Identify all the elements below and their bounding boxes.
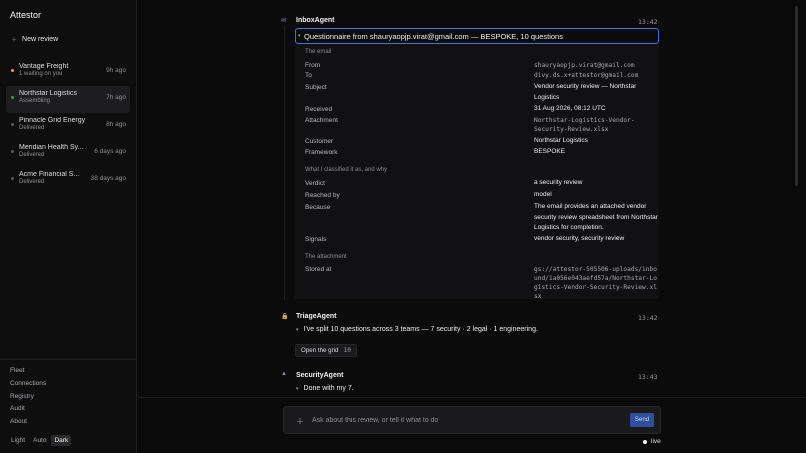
review-age: 6 days ago	[94, 148, 126, 155]
field-label: Subject	[305, 84, 327, 91]
review-item-pinnacle-grid-energy[interactable]: Pinnacle Grid Energy Delivered 8h ago	[6, 113, 130, 140]
from-value: shauryaopjp.virat@gmail.com	[534, 62, 635, 69]
live-indicator: live	[643, 438, 661, 445]
to-value: divy.ds.x+attestor@gmail.com	[534, 72, 639, 79]
because-value: The email provides an attached vendor se…	[534, 203, 658, 231]
agent-name-triage: TriageAgent	[296, 313, 337, 320]
agent-name-inbox: InboxAgent	[296, 17, 335, 24]
new-review-button[interactable]: ＋ New review	[11, 35, 58, 44]
theme-light-option[interactable]: Light	[8, 435, 28, 446]
thread-rail	[284, 26, 285, 300]
composer: ＋ Send	[283, 406, 661, 434]
review-name: Vantage Freight	[19, 63, 69, 70]
review-item-northstar-logistics[interactable]: Northstar Logistics Assembling 7h ago	[6, 86, 130, 113]
main-panel: ✉ InboxAgent 13:42 ▾ Questionnaire from …	[138, 0, 806, 453]
subject-value: Vendor security review — Northstar Logis…	[534, 83, 637, 101]
customer-value: Northstar Logistics	[534, 137, 588, 144]
review-age: 7h ago	[106, 94, 126, 101]
message-time: 13:42	[638, 18, 658, 26]
sidebar-link-fleet[interactable]: Fleet	[10, 367, 46, 380]
status-dot	[11, 123, 14, 126]
app-title: Attestor	[10, 10, 42, 20]
sidebar-divider	[0, 359, 137, 360]
section-label-email: The email	[305, 49, 332, 55]
review-age: 9h ago	[106, 67, 126, 74]
lock-icon: 🔒	[281, 314, 289, 320]
received-value: 31 Aug 2026, 08:12 UTC	[534, 105, 606, 112]
status-dot	[11, 177, 14, 180]
field-label: Customer	[305, 138, 334, 145]
reached-value: model	[534, 191, 552, 198]
field-label: Because	[305, 204, 331, 211]
framework-value: BESPOKE	[534, 148, 566, 155]
plus-icon: ＋	[11, 38, 18, 44]
chevron-down-icon: ▾	[296, 327, 299, 333]
composer-area: ＋ Send live	[138, 397, 806, 453]
open-grid-button[interactable]: Open the grid 10	[295, 344, 357, 357]
review-name: Northstar Logistics	[19, 90, 77, 97]
status-dot	[11, 150, 14, 153]
sidebar-link-about[interactable]: About	[10, 418, 46, 431]
sidebar: Attestor ＋ New review Vantage Freight 1 …	[0, 0, 137, 453]
theme-auto-option[interactable]: Auto	[30, 435, 49, 446]
questionnaire-summary[interactable]: ▾ Questionnaire from shauryaopjp.virat@g…	[295, 28, 659, 44]
security-message-text: Done with my 7.	[303, 385, 354, 392]
mail-icon: ✉	[281, 18, 287, 24]
field-label: Reached by	[305, 192, 340, 199]
message-time: 13:42	[638, 314, 658, 322]
summary-text: Questionnaire from shauryaopjp.virat@gma…	[304, 32, 563, 41]
status-dot	[11, 69, 14, 72]
review-list: Vantage Freight 1 waiting on you 9h ago …	[6, 59, 130, 194]
review-item-meridian-health[interactable]: Meridian Health Sy... Delivered 6 days a…	[6, 140, 130, 167]
agent-name-security: SecurityAgent	[296, 372, 344, 379]
review-age: 8h ago	[106, 121, 126, 128]
review-name: Acme Financial S...	[19, 171, 80, 178]
field-label: Verdict	[305, 180, 325, 187]
field-label: Stored at	[305, 266, 332, 273]
chevron-down-icon: ▾	[296, 386, 299, 392]
security-message: ▾ Done with my 7.	[296, 385, 354, 392]
message-time: 13:43	[638, 373, 658, 381]
section-label-classification: What I classified it as, and why	[305, 167, 388, 173]
field-label: To	[305, 72, 312, 79]
review-item-vantage-freight[interactable]: Vantage Freight 1 waiting on you 9h ago	[6, 59, 130, 86]
signals-value: vendor security, security review	[534, 235, 625, 242]
field-label: Signals	[305, 236, 327, 243]
field-label: Attachment	[305, 117, 338, 124]
review-age: 38 days ago	[90, 175, 126, 182]
sidebar-link-registry[interactable]: Registry	[10, 393, 46, 406]
live-dot-icon	[643, 439, 647, 444]
triangle-icon: ▲	[281, 371, 287, 377]
storage-path-value: gs://attestor-505506-uploads/inbound/1a0…	[534, 266, 657, 300]
open-grid-label: Open the grid	[301, 347, 339, 354]
triage-message-text: I've split 10 questions across 3 teams —…	[303, 326, 538, 333]
review-name: Meridian Health Sy...	[19, 144, 84, 151]
verdict-value: a security review	[534, 179, 583, 186]
question-count: 10	[343, 347, 351, 354]
theme-dark-option[interactable]: Dark	[51, 435, 72, 446]
scrollbar[interactable]	[795, 6, 798, 186]
section-label-attachment: The attachment	[305, 254, 347, 260]
plus-icon[interactable]: ＋	[296, 416, 304, 427]
review-item-acme-financial[interactable]: Acme Financial S... Delivered 38 days ag…	[6, 167, 130, 194]
new-review-label: New review	[22, 36, 59, 43]
sidebar-link-audit[interactable]: Audit	[10, 405, 46, 418]
theme-switcher: Light Auto Dark	[8, 435, 72, 446]
attachment-value[interactable]: Northstar-Logistics-Vendor-Security-Revi…	[534, 116, 658, 134]
sidebar-link-connections[interactable]: Connections	[10, 380, 46, 393]
email-details-panel: The email From shauryaopjp.virat@gmail.c…	[295, 44, 659, 300]
field-label: Received	[305, 106, 333, 113]
send-button[interactable]: Send	[630, 413, 654, 427]
message-input[interactable]	[312, 414, 612, 426]
agent-thread: ✉ InboxAgent 13:42 ▾ Questionnaire from …	[138, 0, 798, 397]
sidebar-links: Fleet Connections Registry Audit About	[10, 367, 46, 431]
field-label: Framework	[305, 149, 338, 156]
chevron-down-icon: ▾	[298, 33, 301, 39]
status-dot	[11, 96, 14, 99]
field-label: From	[305, 62, 321, 69]
live-label: live	[651, 438, 661, 445]
review-name: Pinnacle Grid Energy	[19, 117, 86, 124]
triage-message: ▾ I've split 10 questions across 3 teams …	[296, 326, 538, 333]
